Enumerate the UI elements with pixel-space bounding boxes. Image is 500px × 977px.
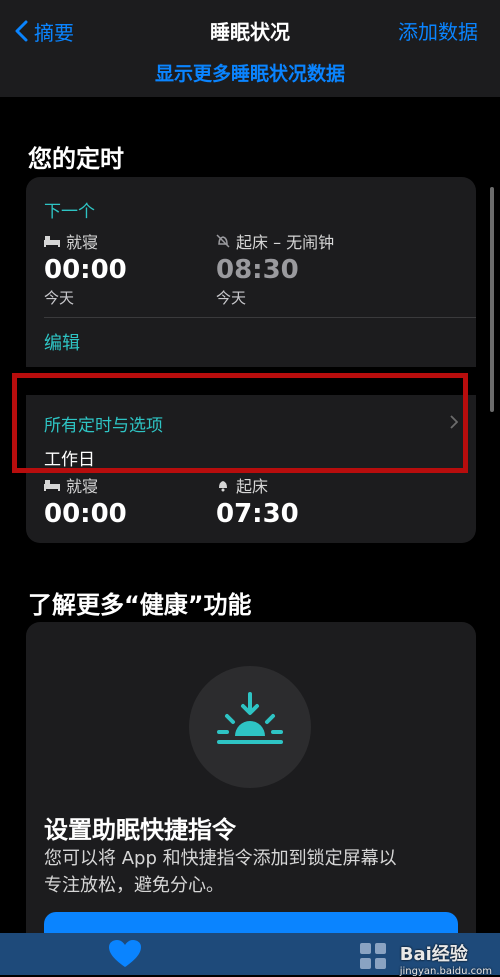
weekday-bedtime-block: 就寝 00:00 (44, 473, 127, 529)
shortcut-card-body-line2: 专注放松，避免分心。 (44, 875, 224, 896)
wake-label: 起床 – 无闹钟 (236, 233, 335, 252)
alarm-off-icon (216, 234, 230, 248)
divider (44, 317, 476, 318)
watermark-brand: Bai经验 (399, 944, 468, 965)
baidu-watermark: Bai经验 jingyan.baidu.com (400, 940, 492, 977)
show-more-strip: 显示更多睡眠状况数据 (0, 55, 500, 97)
main-content: 您的定时 下一个 就寝 00:00 今天 起床 – 无闹钟 08:30 今天 编… (0, 97, 500, 962)
bed-icon (44, 480, 60, 491)
highlight-box (12, 373, 468, 473)
weekday-wake-value: 07:30 (216, 499, 299, 529)
edit-button[interactable]: 编辑 (44, 329, 80, 355)
next-wake-block: 起床 – 无闹钟 08:30 今天 (216, 229, 334, 308)
bell-icon (219, 481, 227, 492)
next-bedtime-block: 就寝 00:00 今天 (44, 229, 127, 308)
sunset-icon (217, 692, 283, 744)
watermark-url: jingyan.baidu.com (399, 966, 492, 977)
bedtime-value: 00:00 (44, 255, 127, 285)
schedule-section-title: 您的定时 (28, 145, 124, 173)
show-more-sleep-data-link[interactable]: 显示更多睡眠状况数据 (0, 59, 500, 86)
add-data-button[interactable]: 添加数据 (398, 16, 478, 45)
grid-icon[interactable] (358, 941, 388, 971)
bedtime-day: 今天 (44, 289, 75, 307)
shortcut-card: 设置助眠快捷指令 您可以将 App 和快捷指令添加到锁定屏幕以 专注放松，避免分… (26, 622, 476, 962)
scrollbar[interactable] (490, 187, 494, 412)
wake-day: 今天 (216, 289, 247, 307)
navigation-bar: 摘要 睡眠状况 添加数据 (0, 0, 500, 62)
shortcut-card-title: 设置助眠快捷指令 (44, 816, 236, 844)
next-heading: 下一个 (44, 202, 95, 222)
heart-icon[interactable] (108, 939, 142, 969)
weekday-wake-block: 起床 07:30 (216, 473, 299, 529)
schedule-card: 下一个 就寝 00:00 今天 起床 – 无闹钟 08:30 今天 编辑 所有定… (26, 177, 476, 543)
sunset-icon-circle (189, 666, 311, 788)
weekday-wake-label: 起床 (236, 477, 269, 496)
weekday-bedtime-value: 00:00 (44, 499, 127, 529)
weekday-bedtime-label: 就寝 (66, 477, 99, 496)
shortcut-card-body-line1: 您可以将 App 和快捷指令添加到锁定屏幕以 (44, 848, 397, 869)
bedtime-label: 就寝 (66, 233, 99, 252)
bed-icon (44, 236, 60, 247)
wake-value: 08:30 (216, 255, 299, 285)
learn-section-title: 了解更多“健康”功能 (28, 591, 252, 619)
